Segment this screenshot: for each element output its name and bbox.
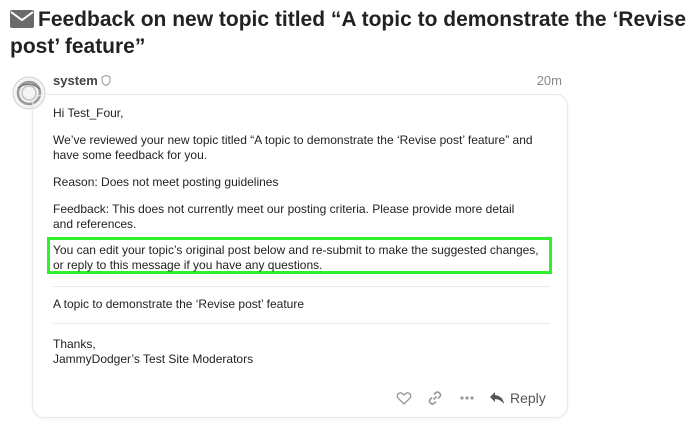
post-greeting: Hi Test_Four,: [53, 106, 124, 120]
link-icon[interactable]: [427, 390, 443, 406]
envelope-icon: [10, 10, 34, 28]
post-author[interactable]: system: [53, 73, 111, 88]
topic-reference: A topic to demonstrate the ‘Revise post’…: [53, 297, 305, 311]
post-author-name[interactable]: system: [53, 73, 98, 88]
signature-line: JammyDodger’s Test Site Moderators: [53, 352, 254, 366]
edit-notice-text: You can edit your topic’s original post …: [53, 243, 539, 272]
post-review-text: We’ve reviewed your new topic titled “A …: [53, 133, 533, 162]
heart-icon[interactable]: [396, 390, 412, 406]
topic-title: Feedback on new topic titled “A topic to…: [10, 6, 686, 60]
divider: [53, 323, 550, 324]
divider: [53, 286, 550, 287]
shield-icon: [101, 75, 111, 86]
post-feedback-text: Feedback: This does not currently meet o…: [53, 202, 515, 231]
post-actions: Reply: [396, 388, 546, 408]
post-reason-text: Reason: Does not meet posting guidelines: [53, 175, 279, 189]
topic-title-text: Feedback on new topic titled “A topic to…: [10, 8, 686, 58]
post-timestamp[interactable]: 20m: [520, 73, 562, 88]
reply-button[interactable]: Reply: [489, 390, 546, 406]
more-icon[interactable]: [459, 390, 475, 406]
signoff-line: Thanks,: [53, 337, 96, 351]
reply-icon: [490, 392, 504, 404]
reply-label: Reply: [510, 390, 546, 406]
post-signoff: Thanks, JammyDodger’s Test Site Moderato…: [53, 337, 253, 367]
